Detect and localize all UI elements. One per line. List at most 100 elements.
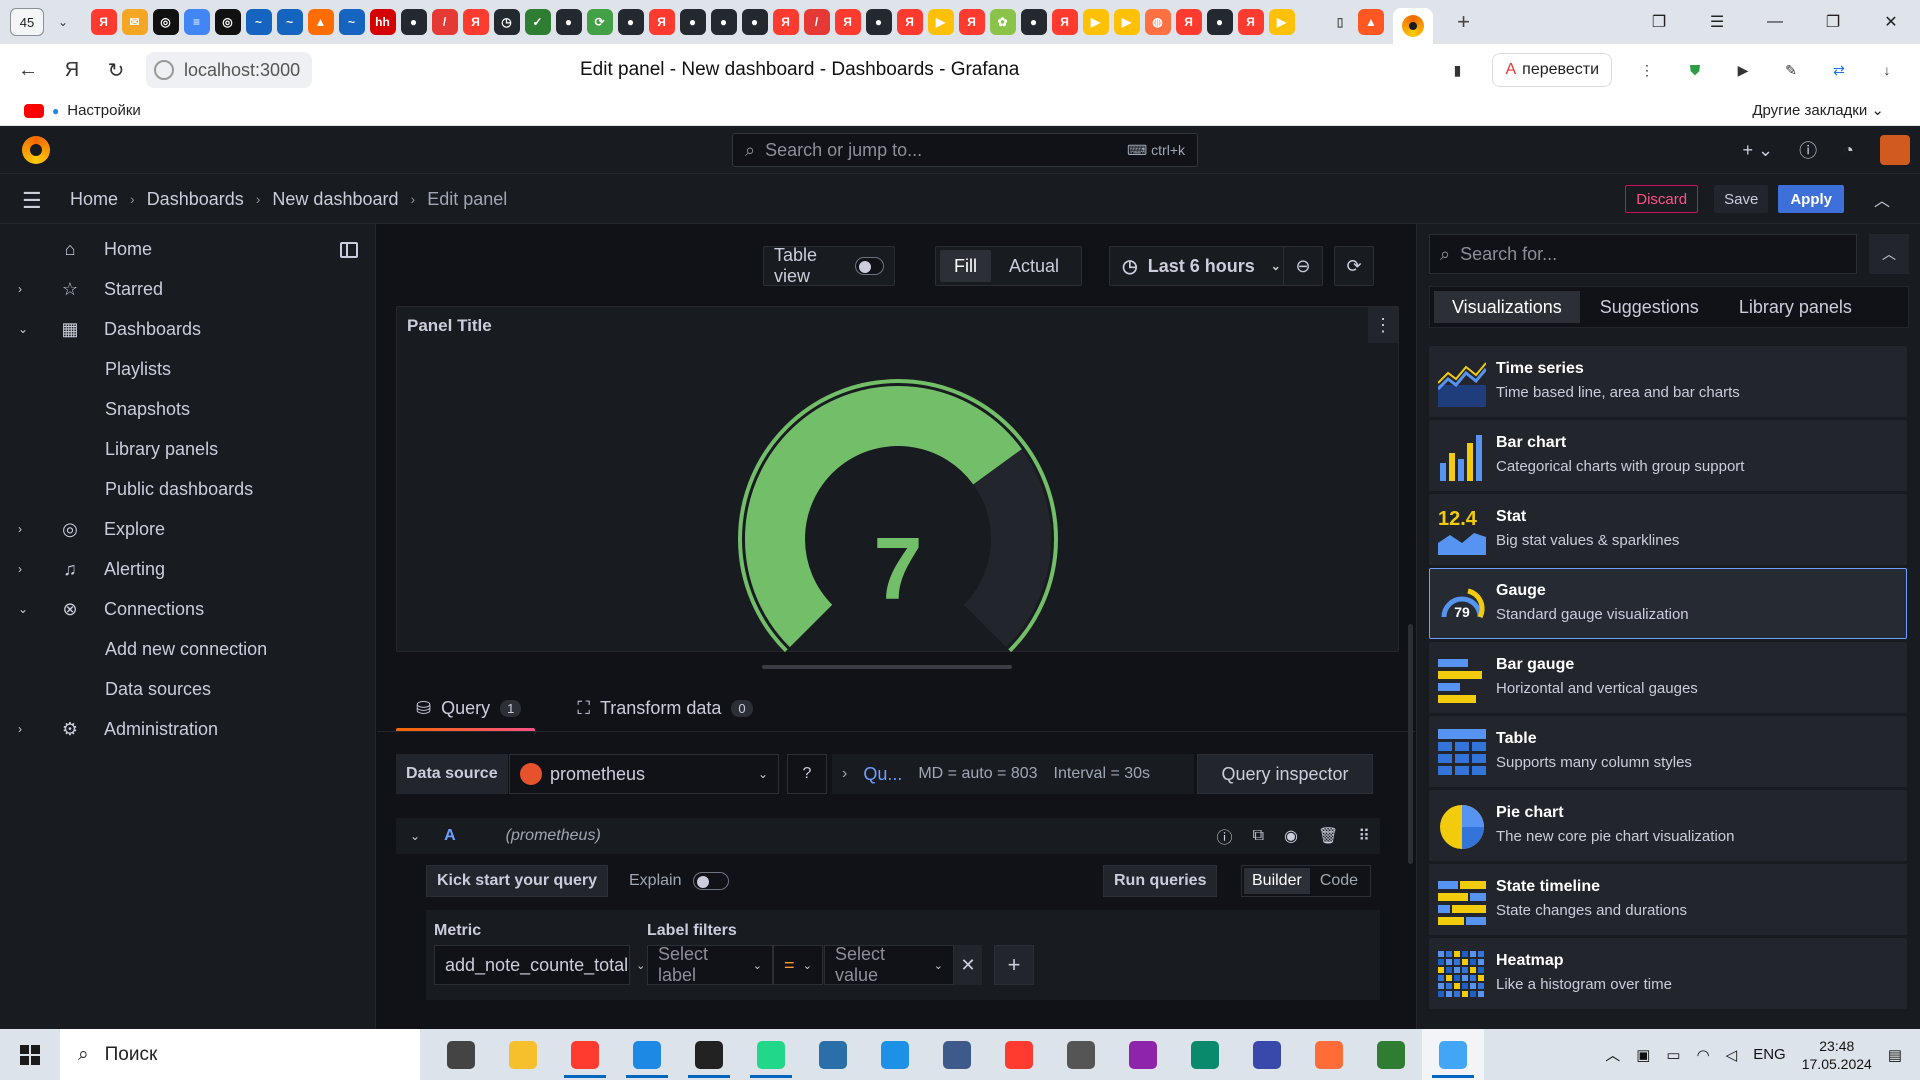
youtube-icon[interactable] xyxy=(24,103,44,118)
taskbar-app-edge[interactable] xyxy=(1174,1029,1236,1080)
taskbar-app-yandex-browser[interactable] xyxy=(554,1029,616,1080)
tab-favicon[interactable]: ● xyxy=(617,9,644,35)
extension-icon[interactable]: ✎ xyxy=(1778,57,1804,83)
tab-favicon[interactable]: Я xyxy=(834,9,861,35)
tab-favicon[interactable]: ▲ xyxy=(307,9,334,35)
taskbar-app-pycharm[interactable] xyxy=(740,1029,802,1080)
user-avatar[interactable] xyxy=(1880,135,1910,165)
tab-menu-icon[interactable]: ☰ xyxy=(1688,12,1746,32)
tab-favicon[interactable]: Я xyxy=(90,9,117,35)
active-tab-grafana[interactable] xyxy=(1392,8,1433,44)
kick-start-button[interactable]: Kick start your query xyxy=(426,865,609,897)
query-ref-id[interactable]: A xyxy=(444,827,456,845)
wifi-icon[interactable]: ◠ xyxy=(1697,1046,1710,1064)
zoom-out-button[interactable]: ⊖ xyxy=(1283,246,1323,286)
query-inspector-button[interactable]: Query inspector xyxy=(1197,754,1373,794)
yandex-home-icon[interactable]: Я xyxy=(50,59,94,82)
breadcrumb-dashboards[interactable]: Dashboards xyxy=(147,189,244,210)
tab-favicon[interactable]: ● xyxy=(1206,9,1233,35)
tab-favicon[interactable]: ▶ xyxy=(927,9,954,35)
select-value-dropdown[interactable]: Select value ⌄ xyxy=(824,944,954,985)
tab-transform[interactable]: ⛶ Transform data 0 xyxy=(557,684,766,732)
actual-option[interactable]: Actual xyxy=(991,250,1077,282)
tab-favicon[interactable]: ▶ xyxy=(1082,9,1109,35)
taskbar-app-yandex[interactable] xyxy=(988,1029,1050,1080)
tab-favicon[interactable]: Я xyxy=(1237,9,1264,35)
minimize-button[interactable]: — xyxy=(1746,13,1804,31)
taskbar-search[interactable]: ⌕ Поиск xyxy=(60,1029,420,1080)
viz-search-input[interactable]: ⌕ Search for... xyxy=(1429,234,1857,274)
clock[interactable]: 23:48 17.05.2024 xyxy=(1802,1037,1872,1073)
taskbar-app-photos[interactable] xyxy=(1422,1029,1484,1080)
chevron-down-icon[interactable]: ⌄ xyxy=(18,602,28,616)
run-queries-button[interactable]: Run queries xyxy=(1103,865,1218,897)
viz-card-state-timeline[interactable]: State timeline State changes and duration… xyxy=(1429,864,1907,935)
sidebar-item-dashboards[interactable]: ⌄ ▦ Dashboards xyxy=(0,309,376,349)
tab-favicon[interactable]: ≡ xyxy=(183,9,210,35)
table-view-toggle[interactable]: Table view xyxy=(763,245,895,286)
refresh-button[interactable]: ⟳ xyxy=(1334,246,1374,286)
tab-favicon[interactable]: ● xyxy=(400,9,427,35)
tab-visualizations[interactable]: Visualizations xyxy=(1434,291,1580,323)
downloads-icon[interactable]: ↓ xyxy=(1874,57,1900,83)
bookmark-settings[interactable]: Настройки xyxy=(67,102,141,119)
taskbar-app-mysql-workbench[interactable] xyxy=(802,1029,864,1080)
grafana-logo[interactable] xyxy=(22,136,50,164)
metric-select[interactable]: add_note_counte_total ⌄ xyxy=(434,945,645,985)
taskbar-app-intellij[interactable] xyxy=(678,1029,740,1080)
sidebar-item-data-sources[interactable]: Data sources xyxy=(0,669,376,709)
tab-favicon[interactable]: ▶ xyxy=(1113,9,1140,35)
trash-icon[interactable]: 🗑 xyxy=(1318,826,1338,846)
tab-favicon[interactable]: ⟳ xyxy=(586,9,613,35)
battery-icon[interactable]: ▭ xyxy=(1666,1046,1680,1064)
eye-icon[interactable]: ◉ xyxy=(1284,826,1298,846)
viz-card-table[interactable]: Table Supports many column styles xyxy=(1429,716,1907,787)
site-info-icon[interactable] xyxy=(154,60,174,80)
collapse-chevron-icon[interactable]: ⌄ xyxy=(410,829,420,843)
remove-filter-icon[interactable]: ✕ xyxy=(954,945,982,985)
table-view-switch[interactable] xyxy=(854,257,884,275)
tab-favicon[interactable]: ● xyxy=(865,9,892,35)
reload-button[interactable]: ↻ xyxy=(94,58,138,83)
collapse-toolbar-icon[interactable]: ︿ xyxy=(1864,187,1900,211)
tab-favicon[interactable]: hh xyxy=(369,9,396,35)
breadcrumb-new-dashboard[interactable]: New dashboard xyxy=(272,189,398,210)
sidebar-item-playlists[interactable]: Playlists xyxy=(0,349,376,389)
collapse-picker-icon[interactable]: ︿ xyxy=(1869,234,1909,274)
start-button[interactable] xyxy=(0,1044,60,1065)
panel-resize-handle[interactable] xyxy=(762,665,1012,669)
viz-card-pie-chart[interactable]: Pie chart The new core pie chart visualiz… xyxy=(1429,790,1907,861)
viz-card-time-series[interactable]: Time series Time based line, area and bar… xyxy=(1429,346,1907,417)
collections-icon[interactable]: ❐ xyxy=(1630,12,1688,32)
chevron-right-icon[interactable]: › xyxy=(18,522,22,536)
tab-favicon[interactable]: ◎ xyxy=(152,9,179,35)
tab-favicon[interactable]: ◎ xyxy=(214,9,241,35)
sidebar-item-starred[interactable]: › ☆ Starred xyxy=(0,269,376,309)
taskbar-app-app-green[interactable] xyxy=(1360,1029,1422,1080)
tab-favicon[interactable]: Я xyxy=(1051,9,1078,35)
breadcrumb-home[interactable]: Home xyxy=(70,189,118,210)
back-button[interactable]: ← xyxy=(6,59,50,82)
time-range-picker[interactable]: ◷ Last 6 hours ⌄ xyxy=(1109,246,1294,286)
tab-favicon[interactable]: Я xyxy=(772,9,799,35)
other-bookmarks[interactable]: Другие закладки ⌄ xyxy=(1752,96,1884,126)
menu-toggle-icon[interactable]: ☰ xyxy=(22,188,46,214)
viz-card-stat[interactable]: 12.4 Stat Big stat values & sparklines xyxy=(1429,494,1907,565)
tab-favicon[interactable]: Я xyxy=(1175,9,1202,35)
save-button[interactable]: Save xyxy=(1714,185,1769,213)
chevron-right-icon[interactable]: › xyxy=(18,282,22,296)
close-window-button[interactable]: ✕ xyxy=(1862,12,1920,32)
tab-favicon[interactable]: ~ xyxy=(245,9,272,35)
maximize-button[interactable]: ❐ xyxy=(1804,12,1862,32)
sidebar-item-library-panels[interactable]: Library panels xyxy=(0,429,376,469)
tab-favicon[interactable]: ▶ xyxy=(1268,9,1295,35)
duplicate-icon[interactable]: ⧉ xyxy=(1253,827,1264,845)
tab-favicon[interactable]: / xyxy=(431,9,458,35)
tab-favicon[interactable]: ● xyxy=(555,9,582,35)
tab-favicon[interactable]: ● xyxy=(710,9,737,35)
notifications-icon[interactable]: ▤ xyxy=(1888,1046,1902,1064)
viz-card-bar-chart[interactable]: Bar chart Categorical charts with group s… xyxy=(1429,420,1907,491)
tab-favicon[interactable]: Я xyxy=(896,9,923,35)
explain-switch[interactable] xyxy=(693,872,730,890)
tab-favicon[interactable]: ◷ xyxy=(493,9,520,35)
